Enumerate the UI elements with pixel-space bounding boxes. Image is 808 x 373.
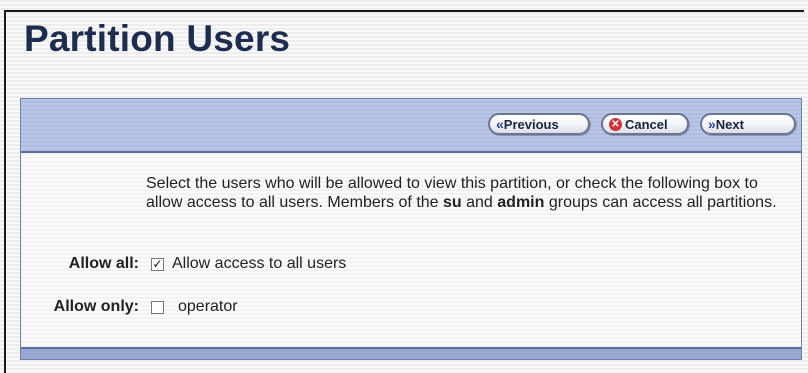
allow-all-checkbox[interactable]: ✓ bbox=[151, 257, 164, 271]
next-button-label: Next bbox=[715, 116, 744, 132]
panel-footer-bar bbox=[21, 347, 801, 359]
su-group-name: su bbox=[443, 194, 462, 211]
wizard-toolbar: « Previous ✕ Cancel » Next bbox=[21, 99, 801, 153]
admin-group-name: admin bbox=[497, 194, 545, 211]
operator-checkbox[interactable] bbox=[151, 300, 164, 314]
page-title: Partition Users bbox=[24, 18, 291, 59]
instructions-part3: groups can access all partitions. bbox=[544, 194, 777, 211]
next-button[interactable]: » Next bbox=[700, 113, 796, 135]
previous-button[interactable]: « Previous bbox=[488, 113, 590, 135]
allow-all-checkbox-label[interactable]: Allow access to all users bbox=[172, 255, 346, 273]
allow-only-row: Allow only: operator bbox=[21, 298, 238, 316]
cancel-icon: ✕ bbox=[609, 117, 622, 131]
cancel-button-label: Cancel bbox=[625, 116, 668, 132]
allow-all-label: Allow all: bbox=[68, 255, 139, 272]
cancel-button[interactable]: ✕ Cancel bbox=[601, 113, 689, 135]
partition-users-panel: « Previous ✕ Cancel » Next Select the us… bbox=[20, 98, 802, 360]
instructions-text: Select the users who will be allowed to … bbox=[146, 174, 786, 212]
double-chevron-left-icon: « bbox=[496, 116, 504, 132]
previous-button-label: Previous bbox=[503, 116, 559, 132]
double-chevron-right-icon: » bbox=[708, 116, 716, 132]
allow-only-label: Allow only: bbox=[53, 298, 139, 315]
operator-user-label[interactable]: operator bbox=[178, 298, 238, 316]
instructions-part2: and bbox=[461, 194, 498, 211]
allow-all-row: Allow all: ✓ Allow access to all users bbox=[21, 255, 347, 273]
